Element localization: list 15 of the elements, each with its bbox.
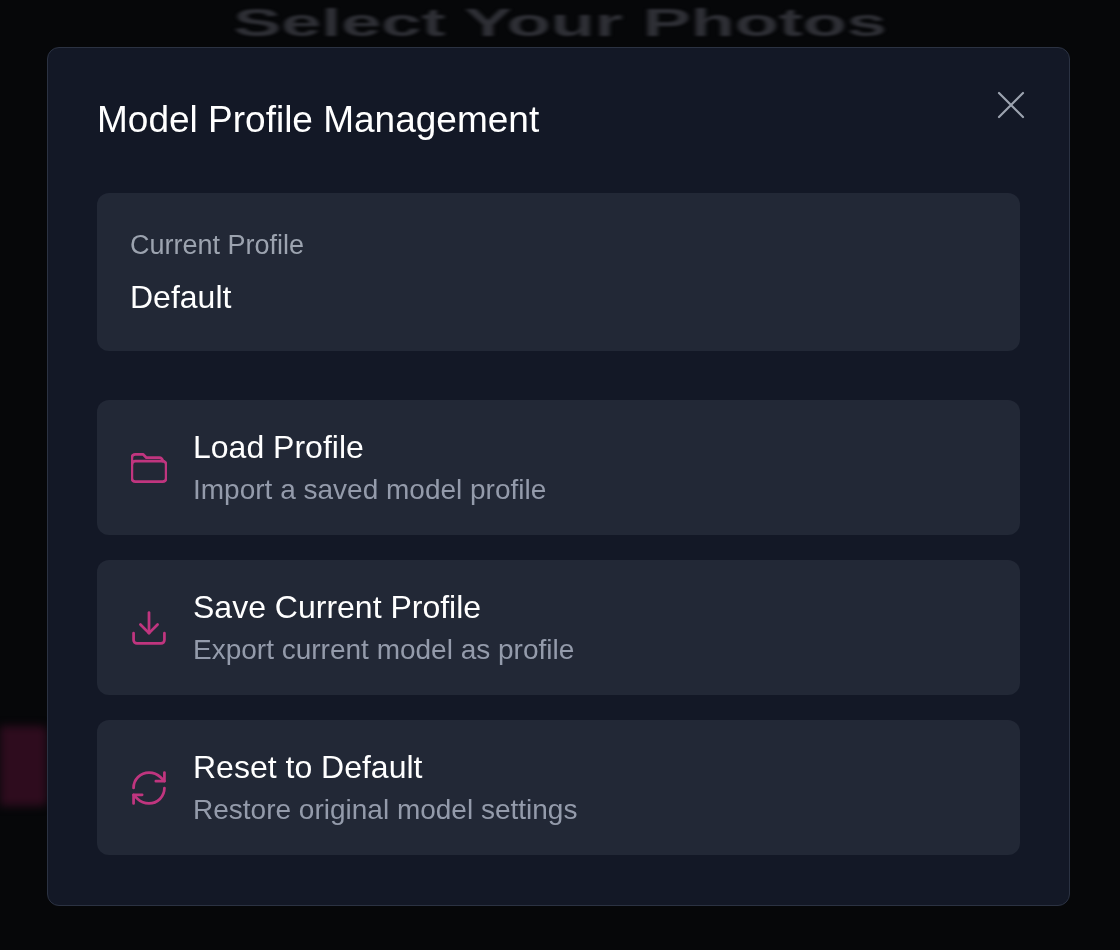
option-title: Load Profile	[193, 429, 364, 465]
profile-option-button[interactable]: Load Profile Import a saved model profile	[97, 400, 1020, 535]
refresh-icon	[131, 769, 167, 806]
option-description: Restore original model settings	[193, 794, 578, 826]
current-profile-label: Current Profile	[130, 229, 305, 261]
profile-option-button[interactable]: Save Current Profile Export current model as profile	[97, 560, 1020, 695]
dialog-title: Model Profile Management	[97, 100, 540, 140]
option-title: Save Current Profile	[193, 589, 482, 625]
download-icon	[131, 609, 167, 646]
option-description: Export current model as profile	[193, 634, 575, 666]
option-description: Import a saved model profile	[193, 474, 547, 506]
profile-option-button[interactable]: Reset to Default Restore original model settings	[97, 720, 1020, 855]
current-profile-value: Default	[130, 279, 232, 315]
close-icon	[997, 91, 1025, 119]
option-title: Reset to Default	[193, 749, 423, 785]
